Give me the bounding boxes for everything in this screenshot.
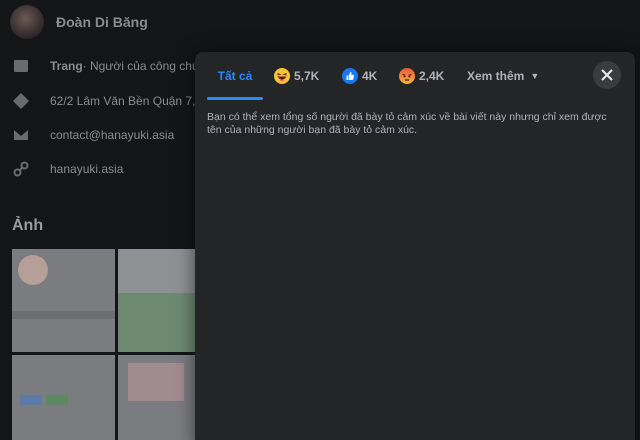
directions-icon: [12, 93, 30, 109]
email-text[interactable]: contact@hanayuki.asia: [50, 128, 174, 142]
photo-thumbnail[interactable]: [118, 249, 195, 352]
chevron-down-icon: ▼: [530, 71, 540, 81]
photo-thumbnail[interactable]: [12, 355, 115, 440]
close-icon: [601, 69, 613, 81]
haha-count: 5,7K: [294, 69, 320, 83]
info-address: 62/2 Lâm Văn Bền Quận 7, Ho C: [12, 93, 226, 109]
like-count: 4K: [362, 69, 378, 83]
tab-all-label: Tất cả: [217, 69, 253, 83]
more-label: Xem thêm: [467, 69, 525, 83]
reactions-dialog: Tất cả 5,7K 4K 2,4K Xem thêm ▼ Bạn có th…: [195, 52, 635, 440]
info-website: hanayuki.asia: [12, 161, 123, 177]
info-email: contact@hanayuki.asia: [12, 127, 174, 143]
tab-all[interactable]: Tất cả: [207, 52, 263, 100]
profile-header: Đoàn Di Băng: [0, 0, 640, 44]
email-icon: [12, 127, 30, 143]
close-button[interactable]: [593, 61, 621, 89]
page-type-label: Trang: [50, 59, 83, 73]
photo-thumbnail[interactable]: [118, 355, 195, 440]
photos-heading[interactable]: Ảnh: [12, 217, 43, 235]
reaction-tabs: Tất cả 5,7K 4K 2,4K Xem thêm ▼: [195, 52, 635, 100]
tab-more[interactable]: Xem thêm ▼: [467, 52, 539, 100]
flag-icon: [12, 58, 30, 74]
info-page-type: Trang · Người của công chúng: [12, 58, 212, 74]
angry-reaction-icon: [399, 68, 415, 84]
photo-thumbnail[interactable]: [12, 249, 115, 352]
angry-count: 2,4K: [419, 69, 445, 83]
tab-angry[interactable]: 2,4K: [399, 52, 444, 100]
page: Đoàn Di Băng Trang · Người của công chún…: [0, 0, 640, 440]
tab-haha[interactable]: 5,7K: [274, 52, 319, 100]
website-text[interactable]: hanayuki.asia: [50, 162, 123, 176]
like-reaction-icon: [342, 68, 358, 84]
profile-name[interactable]: Đoàn Di Băng: [56, 14, 148, 30]
privacy-notice: Bạn có thể xem tổng số người đã bày tỏ c…: [207, 111, 607, 136]
page-type-detail: · Người của công chúng: [82, 59, 212, 73]
link-icon: [12, 161, 30, 177]
profile-avatar[interactable]: [10, 5, 44, 39]
haha-reaction-icon: [274, 68, 290, 84]
tab-like[interactable]: 4K: [342, 52, 377, 100]
active-tab-indicator: [207, 97, 263, 100]
